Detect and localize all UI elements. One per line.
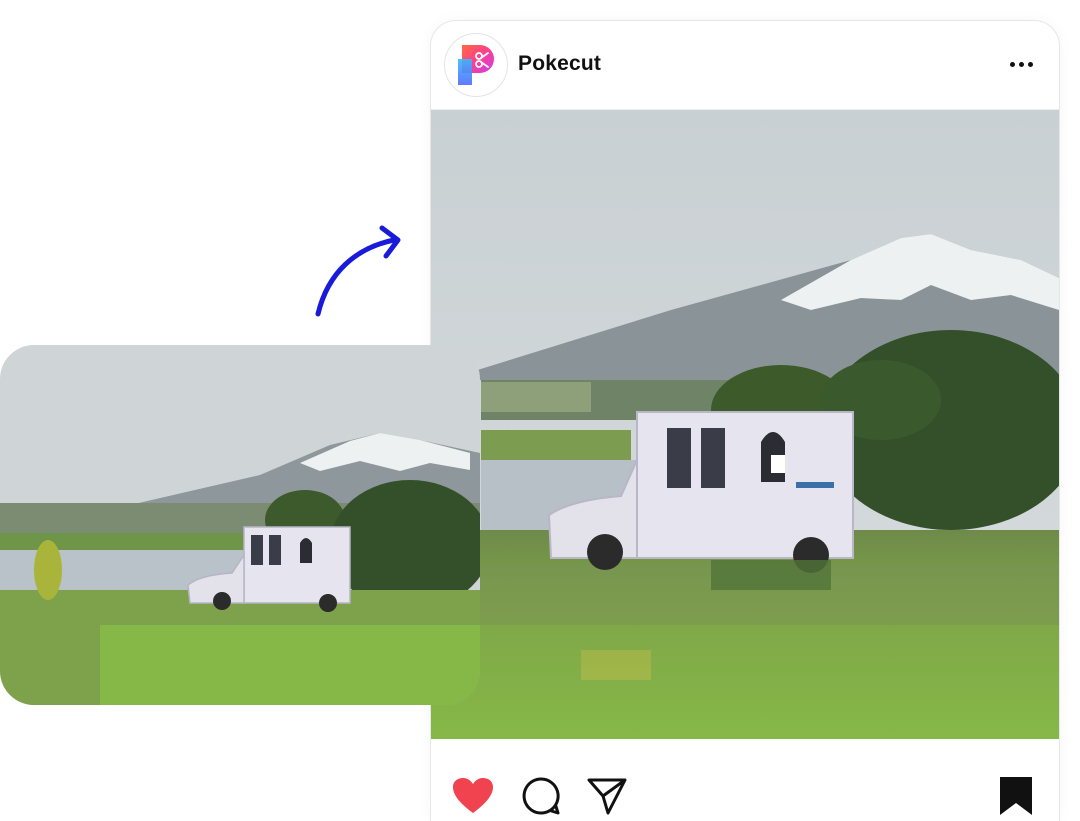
post-card: Pokecut [430,20,1060,821]
curved-arrow-icon [315,225,401,317]
send-icon[interactable] [585,774,629,818]
avatar[interactable] [444,33,508,97]
post-action-bar [431,739,1059,821]
original-photo [0,345,480,705]
post-header: Pokecut [431,21,1059,110]
more-options-icon[interactable] [1003,49,1039,79]
comment-icon[interactable] [519,774,563,818]
pokecut-logo-icon [458,45,494,85]
bookmark-icon[interactable] [994,774,1038,818]
heart-icon[interactable] [451,774,495,818]
post-photo [431,110,1059,739]
username[interactable]: Pokecut [518,52,601,76]
